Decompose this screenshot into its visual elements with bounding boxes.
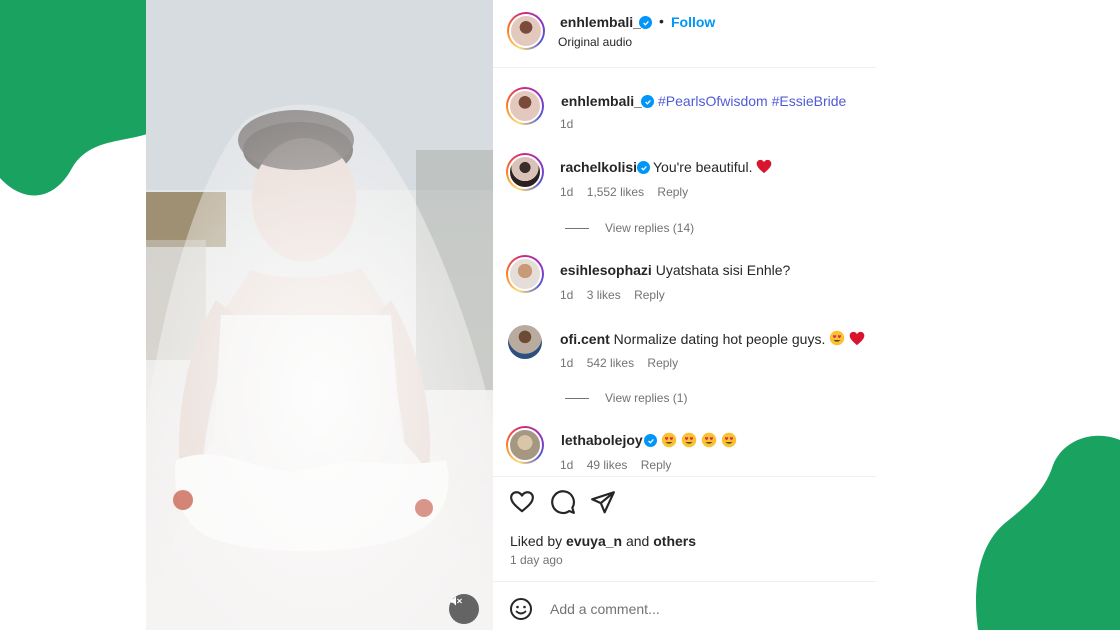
comment-likes[interactable]: 1,552 likes — [587, 185, 644, 199]
view-replies-button[interactable]: View replies (14) — [565, 221, 694, 235]
comment-avatar[interactable] — [508, 325, 542, 359]
view-replies-button[interactable]: View replies (1) — [565, 391, 687, 405]
reply-button[interactable]: Reply — [641, 458, 672, 472]
heart-eyes-emoji-icon — [721, 432, 736, 448]
comment-time: 1d — [560, 356, 574, 370]
comment-avatar[interactable] — [506, 153, 544, 191]
comment-avatar[interactable] — [506, 426, 544, 464]
comment-likes[interactable]: 542 likes — [587, 356, 634, 370]
heart-eyes-emoji-icon — [661, 432, 677, 448]
caption-avatar[interactable] — [506, 87, 544, 125]
caption-username[interactable]: enhlembali_ — [561, 93, 642, 109]
original-audio-link[interactable]: Original audio — [558, 35, 632, 49]
comment-username[interactable]: lethabolejoy — [561, 432, 643, 448]
comment-emojis — [661, 432, 737, 449]
author-username[interactable]: enhlembali_ — [560, 14, 641, 30]
comment-text: You're beautiful. — [653, 159, 772, 175]
heart-eyes-emoji-icon — [830, 330, 845, 346]
reel-video[interactable] — [146, 0, 493, 630]
verified-badge-icon — [637, 161, 650, 174]
verified-badge-icon — [641, 95, 654, 108]
comment-username[interactable]: esihlesophazi — [560, 262, 652, 278]
likes-summary[interactable]: Liked by evuya_n and others — [510, 533, 696, 549]
verified-badge-icon — [644, 434, 657, 447]
comment-meta: 1d 49 likes Reply — [560, 458, 681, 472]
decorative-blob-bottom-right — [975, 435, 1120, 630]
likes-and: and — [625, 533, 650, 549]
replies-line — [565, 227, 589, 229]
actions-divider — [493, 476, 876, 477]
comment-meta: 1d 542 likes Reply — [560, 356, 688, 370]
comment-likes[interactable]: 3 likes — [587, 288, 621, 302]
comment-avatar[interactable] — [506, 255, 544, 293]
post-time: 1 day ago — [510, 553, 563, 567]
view-replies-label: View replies (14) — [605, 221, 695, 235]
view-replies-label: View replies (1) — [605, 391, 688, 405]
comment-meta: 1d 3 likes Reply — [560, 288, 675, 302]
paper-plane-icon[interactable] — [590, 489, 616, 515]
reply-button[interactable]: Reply — [657, 185, 688, 199]
comment-time: 1d — [560, 185, 574, 199]
comment-line: ofi.cent Normalize dating hot people guy… — [560, 330, 865, 347]
comment-body: You're beautiful. — [653, 159, 753, 175]
comment-line: esihlesophazi Uyatshata sisi Enhle? — [560, 262, 790, 278]
add-comment-input[interactable] — [550, 601, 840, 617]
comment-time: 1d — [560, 288, 574, 302]
mute-toggle-button[interactable] — [449, 594, 479, 624]
post-header: enhlembali_ • Follow Original audio — [493, 0, 876, 68]
smiley-icon[interactable] — [509, 597, 533, 621]
heart-eyes-emoji-icon — [681, 432, 697, 448]
follow-button[interactable]: Follow — [671, 14, 715, 30]
speaker-muted-icon — [450, 596, 462, 606]
liked-by-user[interactable]: evuya_n — [566, 533, 622, 549]
heart-outline-icon[interactable] — [509, 489, 535, 515]
red-heart-icon — [757, 159, 772, 174]
comment-time: 1d — [560, 458, 574, 472]
comment-body: Uyatshata sisi Enhle? — [655, 262, 791, 278]
replies-line — [565, 397, 589, 399]
likes-prefix: Liked by — [510, 533, 563, 549]
comment-username[interactable]: ofi.cent — [560, 331, 610, 347]
comment-body: Normalize dating hot people guys. — [613, 331, 826, 347]
comment-likes[interactable]: 49 likes — [587, 458, 628, 472]
comment-username[interactable]: rachelkolisi — [560, 159, 637, 175]
post-panel: enhlembali_ • Follow Original audio enhl… — [493, 0, 876, 630]
likes-others[interactable]: others — [653, 533, 696, 549]
caption-hashtags[interactable]: #PearlsOfwisdom #EssieBride — [658, 93, 846, 109]
author-avatar[interactable] — [507, 12, 545, 50]
separator-dot: • — [659, 13, 664, 29]
reply-button[interactable]: Reply — [634, 288, 665, 302]
verified-badge-icon — [639, 16, 652, 29]
comment-meta: 1d 1,552 likes Reply — [560, 185, 698, 199]
caption-time: 1d — [560, 117, 574, 131]
bride-video-frame — [146, 0, 493, 630]
red-heart-icon — [849, 331, 865, 346]
heart-eyes-emoji-icon — [701, 432, 716, 448]
add-comment-divider — [493, 581, 876, 582]
reply-button[interactable]: Reply — [647, 356, 678, 370]
comment-bubble-icon[interactable] — [550, 489, 576, 515]
